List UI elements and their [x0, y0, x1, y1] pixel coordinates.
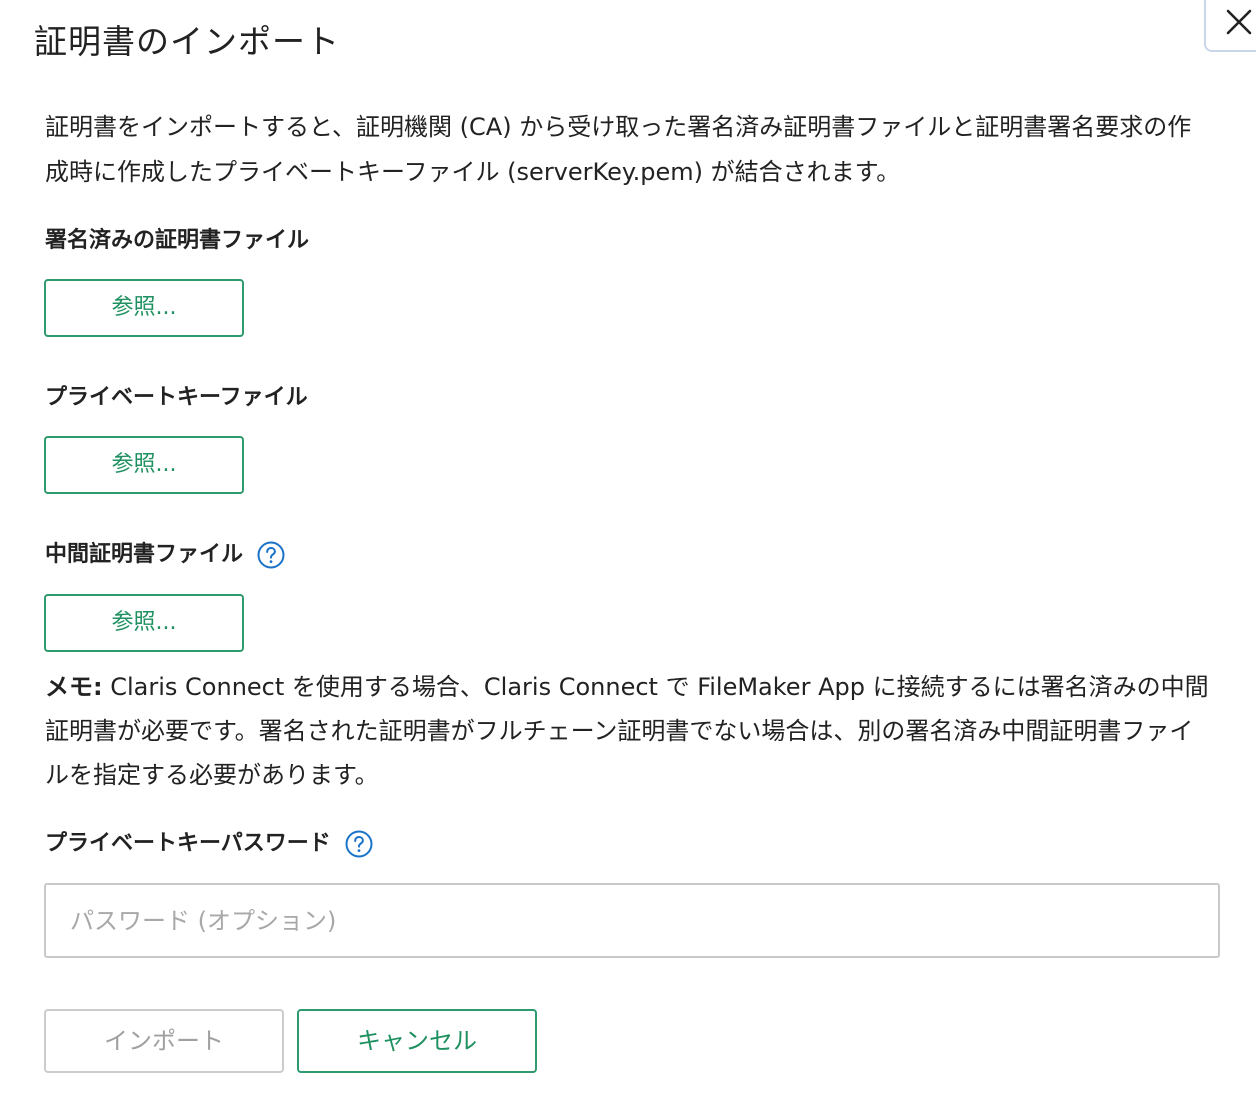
- signed-cert-label-text: 署名済みの証明書ファイル: [45, 228, 310, 253]
- private-key-label: プライベートキーファイル: [45, 383, 308, 413]
- close-icon: [1226, 9, 1252, 35]
- memo-text: Claris Connect を使用する場合、Claris Connect で …: [45, 673, 1209, 789]
- password-label-text: プライベートキーパスワード: [45, 831, 331, 856]
- import-button[interactable]: インポート: [44, 1009, 284, 1073]
- memo-prefix: メモ:: [45, 673, 103, 701]
- signed-cert-browse-button[interactable]: 参照...: [44, 279, 244, 337]
- intermediate-cert-label-text: 中間証明書ファイル: [45, 542, 244, 567]
- dialog-title: 証明書のインポート: [34, 22, 340, 61]
- intermediate-cert-browse-button[interactable]: 参照...: [44, 594, 244, 652]
- private-key-browse-button[interactable]: 参照...: [44, 436, 244, 494]
- memo-note: メモ: Claris Connect を使用する場合、Claris Connec…: [45, 665, 1215, 797]
- close-button[interactable]: [1204, 0, 1256, 52]
- private-key-label-text: プライベートキーファイル: [45, 385, 308, 410]
- import-certificate-dialog: 証明書のインポート 証明書をインポートすると、証明機関 (CA) から受け取った…: [0, 0, 1256, 1118]
- intermediate-cert-label: 中間証明書ファイル: [45, 540, 285, 570]
- cancel-button[interactable]: キャンセル: [297, 1009, 537, 1073]
- password-label: プライベートキーパスワード: [45, 829, 373, 859]
- private-key-password-input[interactable]: [44, 883, 1220, 958]
- question-circle-icon[interactable]: [345, 830, 373, 858]
- dialog-description: 証明書をインポートすると、証明機関 (CA) から受け取った署名済み証明書ファイ…: [45, 113, 1192, 186]
- question-circle-icon[interactable]: [257, 541, 285, 569]
- signed-cert-label: 署名済みの証明書ファイル: [45, 226, 309, 256]
